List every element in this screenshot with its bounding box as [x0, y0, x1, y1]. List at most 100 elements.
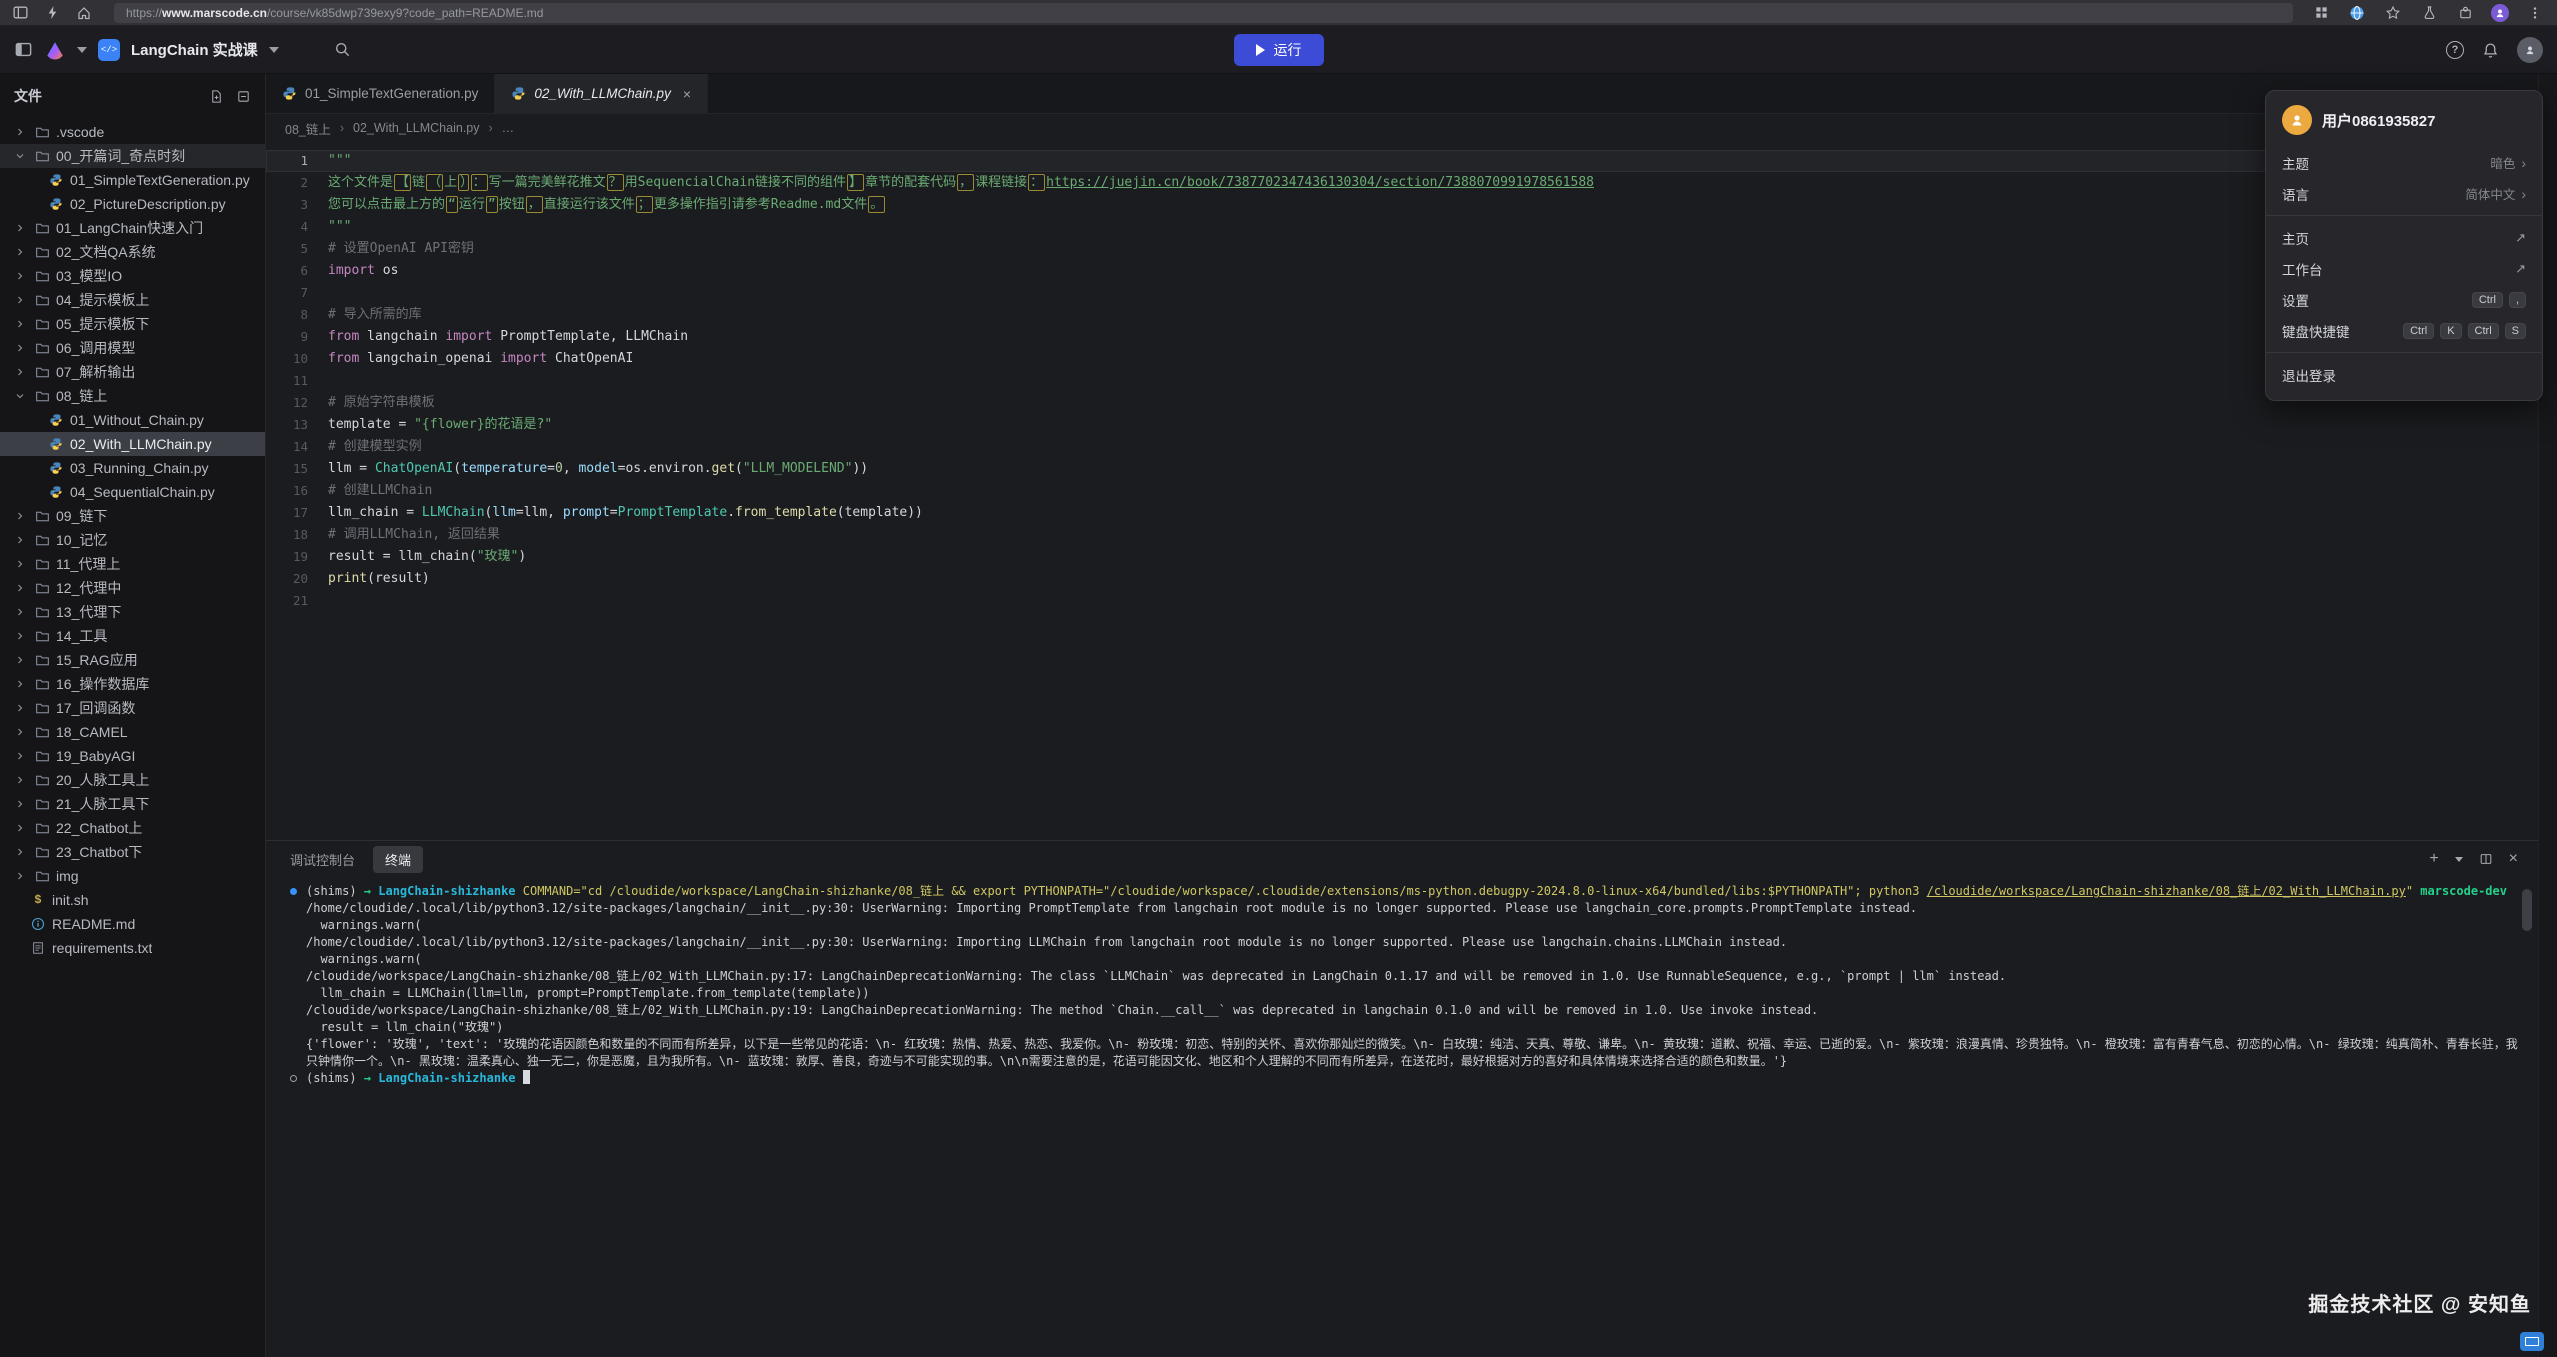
tree-folder-10_记忆[interactable]: 10_记忆 [0, 528, 265, 552]
tree-folder-11_代理上[interactable]: 11_代理上 [0, 552, 265, 576]
menu-item-label: 工作台 [2282, 259, 2323, 279]
tree-folder-01_LangChain快速入门[interactable]: 01_LangChain快速入门 [0, 216, 265, 240]
notifications-icon[interactable] [2482, 42, 2499, 59]
tree-file-01_Without_Chain.py[interactable]: 01_Without_Chain.py [0, 408, 265, 432]
browser-profile-avatar[interactable] [2491, 4, 2509, 22]
tree-folder-09_链下[interactable]: 09_链下 [0, 504, 265, 528]
terminal-line-3: warnings.warn( [290, 917, 2518, 934]
tree-folder-18_CAMEL[interactable]: 18_CAMEL [0, 720, 265, 744]
assistant-launcher-icon[interactable] [2520, 1332, 2544, 1351]
line-number: 10 [266, 348, 328, 370]
folder-icon [34, 844, 50, 860]
terminal-dropdown-icon[interactable] [2455, 857, 2463, 862]
tree-item-label: 01_SimpleTextGeneration.py [70, 172, 250, 188]
breadcrumb-folder[interactable]: 08_链上 [285, 119, 331, 138]
flask-icon[interactable] [2419, 3, 2439, 23]
menu-item-工作台[interactable]: 工作台↗ [2266, 253, 2542, 284]
code-editor[interactable]: 1"""2这个文件是【链（上）：写一篇完美鲜花推文？用SequencialCha… [266, 142, 2538, 840]
tree-file-02_With_LLMChain.py[interactable]: 02_With_LLMChain.py [0, 432, 265, 456]
breadcrumb-symbol[interactable]: … [502, 121, 515, 135]
tab-terminal[interactable]: 终端 [373, 846, 423, 873]
tree-folder-00_开篇词_奇点时刻[interactable]: 00_开篇词_奇点时刻 [0, 144, 265, 168]
tree-folder-.vscode[interactable]: .vscode [0, 120, 265, 144]
folder-icon [34, 388, 50, 404]
collapse-folders-icon[interactable] [236, 89, 251, 104]
layout-toggle-icon[interactable] [14, 40, 33, 59]
home-icon[interactable] [74, 3, 94, 23]
flash-icon[interactable] [42, 3, 62, 23]
menu-item-设置[interactable]: 设置Ctrl, [2266, 284, 2542, 315]
tree-folder-05_提示模板下[interactable]: 05_提示模板下 [0, 312, 265, 336]
tree-item-label: 03_Running_Chain.py [70, 460, 209, 476]
chevron-right-icon [12, 772, 28, 788]
breadcrumb-file[interactable]: 02_With_LLMChain.py [353, 121, 479, 135]
tree-folder-02_文档QA系统[interactable]: 02_文档QA系统 [0, 240, 265, 264]
search-icon[interactable] [334, 41, 351, 58]
tree-file-init.sh[interactable]: $init.sh [0, 888, 265, 912]
tree-file-04_SequentialChain.py[interactable]: 04_SequentialChain.py [0, 480, 265, 504]
tree-file-README.md[interactable]: README.md [0, 912, 265, 936]
marscode-logo[interactable] [44, 39, 66, 61]
terminal-line-11: (shims) → LangChain-shizhanke [290, 1070, 2518, 1087]
screen: https://www.marscode.cn/course/vk85dwp73… [0, 0, 2557, 1357]
code-line-10: 10from langchain_openai import ChatOpenA… [266, 348, 2538, 370]
workspace-title[interactable]: LangChain 实战课 [131, 39, 258, 60]
menu-item-主页[interactable]: 主页↗ [2266, 222, 2542, 253]
tree-folder-03_模型IO[interactable]: 03_模型IO [0, 264, 265, 288]
folder-icon [34, 676, 50, 692]
close-panel-icon[interactable]: × [2509, 851, 2518, 867]
tree-file-01_SimpleTextGeneration.py[interactable]: 01_SimpleTextGeneration.py [0, 168, 265, 192]
tab-debug-console[interactable]: 调试控制台 [286, 846, 359, 873]
help-icon[interactable]: ? [2446, 41, 2464, 59]
menu-item-键盘快捷键[interactable]: 键盘快捷键CtrlKCtrlS [2266, 315, 2542, 346]
tree-folder-06_调用模型[interactable]: 06_调用模型 [0, 336, 265, 360]
tree-file-requirements.txt[interactable]: requirements.txt [0, 936, 265, 960]
tree-folder-13_代理下[interactable]: 13_代理下 [0, 600, 265, 624]
tree-file-03_Running_Chain.py[interactable]: 03_Running_Chain.py [0, 456, 265, 480]
terminal-line-1: (shims) → LangChain-shizhanke COMMAND="c… [290, 883, 2518, 900]
tree-folder-04_提示模板上[interactable]: 04_提示模板上 [0, 288, 265, 312]
terminal-scrollbar[interactable] [2522, 889, 2532, 931]
workspace-chevron-down-icon[interactable] [269, 47, 279, 53]
terminal[interactable]: (shims) → LangChain-shizhanke COMMAND="c… [266, 877, 2538, 1357]
menu-item-主题[interactable]: 主题暗色› [2266, 147, 2542, 178]
line-number: 3 [266, 194, 328, 216]
chevron-right-icon [12, 340, 28, 356]
split-panel-icon[interactable] [2479, 852, 2493, 866]
tab-01-simpletextgeneration[interactable]: 01_SimpleTextGeneration.py [266, 74, 495, 113]
tree-folder-15_RAG应用[interactable]: 15_RAG应用 [0, 648, 265, 672]
star-icon[interactable] [2383, 3, 2403, 23]
tree-folder-12_代理中[interactable]: 12_代理中 [0, 576, 265, 600]
menu-item-语言[interactable]: 语言简体中文› [2266, 178, 2542, 209]
code-line-8: 8# 导入所需的库 [266, 304, 2538, 326]
code-line-2: 2这个文件是【链（上）：写一篇完美鲜花推文？用SequencialChain链接… [266, 172, 2538, 194]
breadcrumb[interactable]: 08_链上 › 02_With_LLMChain.py › … [266, 114, 2538, 142]
tree-folder-img[interactable]: img [0, 864, 265, 888]
extensions-puzzle-icon[interactable] [2455, 3, 2475, 23]
tree-folder-08_链上[interactable]: 08_链上 [0, 384, 265, 408]
tree-folder-07_解析输出[interactable]: 07_解析输出 [0, 360, 265, 384]
menu-item-退出登录[interactable]: 退出登录 [2266, 359, 2542, 390]
tree-folder-22_Chatbot上[interactable]: 22_Chatbot上 [0, 816, 265, 840]
tab-02-with-llmchain[interactable]: 02_With_LLMChain.py × [495, 74, 708, 113]
new-terminal-icon[interactable]: + [2429, 851, 2438, 867]
url-bar[interactable]: https://www.marscode.cn/course/vk85dwp73… [114, 3, 2293, 23]
run-button[interactable]: 运行 [1234, 34, 1324, 66]
tree-folder-21_人脉工具下[interactable]: 21_人脉工具下 [0, 792, 265, 816]
browser-menu-icon[interactable] [2525, 3, 2545, 23]
tree-folder-19_BabyAGI[interactable]: 19_BabyAGI [0, 744, 265, 768]
tree-folder-17_回调函数[interactable]: 17_回调函数 [0, 696, 265, 720]
apps-grid-icon[interactable] [2311, 3, 2331, 23]
logo-chevron-down-icon[interactable] [77, 47, 87, 53]
sidebar-toggle-icon[interactable] [10, 3, 30, 23]
tree-file-02_PictureDescription.py[interactable]: 02_PictureDescription.py [0, 192, 265, 216]
user-avatar[interactable] [2517, 37, 2543, 63]
panel-header: 调试控制台 终端 + × [266, 841, 2538, 877]
globe-icon[interactable] [2347, 3, 2367, 23]
close-icon[interactable]: × [683, 86, 691, 102]
tree-folder-16_操作数据库[interactable]: 16_操作数据库 [0, 672, 265, 696]
tree-folder-20_人脉工具上[interactable]: 20_人脉工具上 [0, 768, 265, 792]
tree-folder-23_Chatbot下[interactable]: 23_Chatbot下 [0, 840, 265, 864]
new-file-icon[interactable] [209, 89, 224, 104]
tree-folder-14_工具[interactable]: 14_工具 [0, 624, 265, 648]
